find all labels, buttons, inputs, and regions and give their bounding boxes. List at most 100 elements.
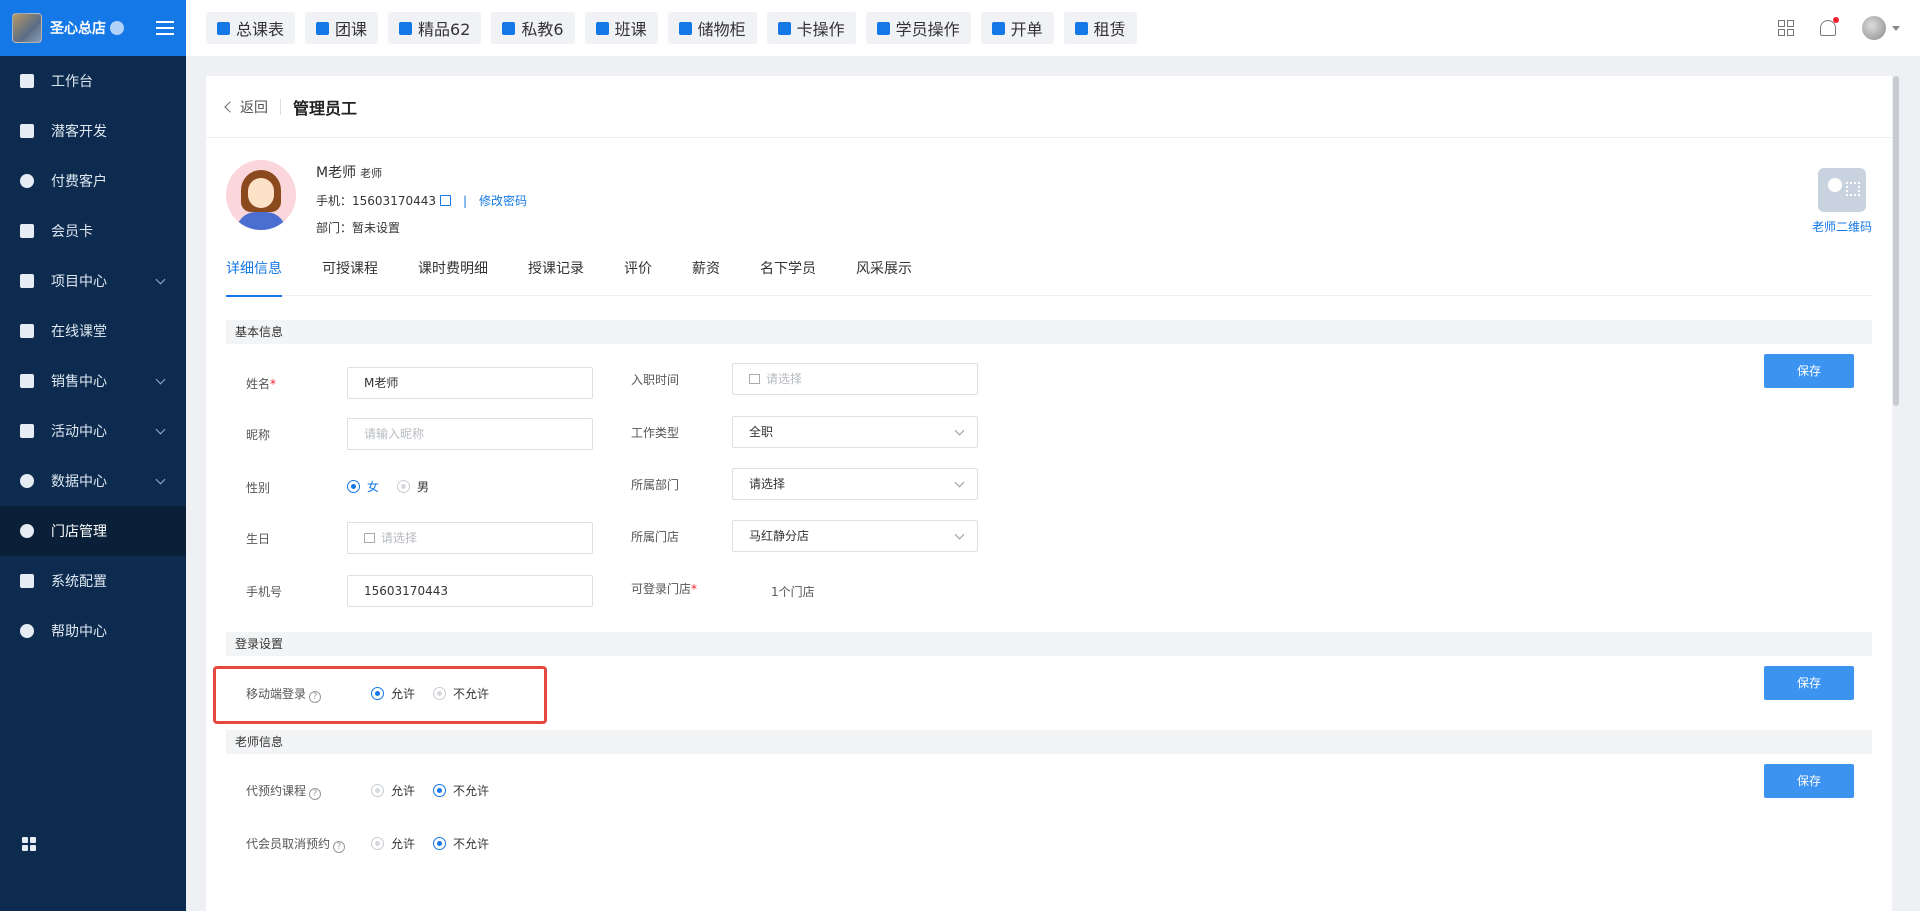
qrcode-icon[interactable] — [1778, 20, 1794, 36]
quick-tab-group-class[interactable]: 团课 — [305, 12, 379, 44]
edit-icon[interactable] — [440, 195, 451, 206]
teacher-qrcode[interactable]: 老师二维码 — [1812, 168, 1872, 235]
notification-bell-icon[interactable] — [1820, 17, 1839, 36]
store-name[interactable]: 圣心总店 — [50, 18, 124, 38]
caret-down-icon[interactable] — [1892, 25, 1900, 31]
sidebar-item-help[interactable]: 帮助中心 — [0, 606, 186, 656]
staff-role: 老师 — [360, 167, 383, 180]
save-basic-button[interactable]: 保存 — [1764, 354, 1854, 388]
name-label: 姓名* — [246, 377, 277, 391]
gender-female-radio[interactable] — [347, 480, 360, 493]
name-input[interactable]: M老师 — [347, 367, 593, 399]
store-label: 所属门店 — [631, 530, 680, 544]
card-icon — [777, 21, 791, 35]
quick-tab-order[interactable]: 开单 — [980, 12, 1054, 44]
mobile-login-label: 移动端登录? — [246, 685, 322, 703]
user-avatar[interactable] — [1862, 16, 1886, 40]
sidebar-item-workbench[interactable]: 工作台 — [0, 56, 186, 106]
tab-teaching-records[interactable]: 授课记录 — [528, 252, 584, 296]
sidebar-item-sales[interactable]: 销售中心 — [0, 356, 186, 406]
tab-details[interactable]: 详细信息 — [226, 252, 282, 297]
store-switch-icon[interactable] — [110, 21, 124, 35]
mobile-login-allow-radio[interactable] — [371, 687, 384, 700]
locker-icon — [678, 21, 692, 35]
sidebar-item-projects[interactable]: 项目中心 — [0, 256, 186, 306]
tab-fee-details[interactable]: 课时费明细 — [418, 252, 488, 296]
qrcode-card-icon — [1817, 168, 1866, 212]
chevron-down-icon — [954, 425, 965, 436]
section-basic-info: 基本信息 — [226, 320, 1872, 344]
work-type-select[interactable]: 全职 — [732, 416, 978, 448]
tab-showcase[interactable]: 风采展示 — [856, 252, 912, 296]
sidebar-item-prospects[interactable]: 潜客开发 — [0, 106, 186, 156]
help-circle-icon[interactable]: ? — [309, 788, 322, 800]
quick-tab-rental[interactable]: 租赁 — [1063, 12, 1137, 44]
quick-tab-locker[interactable]: 储物柜 — [667, 12, 757, 44]
sidebar-item-online-class[interactable]: 在线课堂 — [0, 306, 186, 356]
phone-input[interactable]: 15603170443 — [347, 575, 593, 607]
birthday-picker[interactable]: 请选择 — [347, 522, 593, 554]
workbench-icon — [20, 74, 34, 88]
tab-students[interactable]: 名下学员 — [760, 252, 816, 296]
mobile-login-deny-radio[interactable] — [433, 687, 447, 700]
change-password-link[interactable]: 修改密码 — [479, 192, 527, 209]
sidebar-item-membership-card[interactable]: 会员卡 — [0, 206, 186, 256]
page-scrollbar[interactable] — [1893, 76, 1899, 406]
building-icon — [1074, 21, 1088, 35]
top-right-tools — [1778, 0, 1900, 56]
calendar-icon — [364, 533, 375, 543]
login-store-label: 可登录门店* — [631, 582, 698, 596]
department-select[interactable]: 请选择 — [732, 468, 978, 500]
sidebar-item-store-management[interactable]: 门店管理 — [0, 506, 186, 556]
proxy-booking-deny-radio[interactable] — [433, 784, 447, 797]
staff-name: M老师 老师 — [316, 165, 383, 181]
sidebar-item-paid-customers[interactable]: 付费客户 — [0, 156, 186, 206]
tab-salary[interactable]: 薪资 — [692, 252, 720, 296]
proxy-booking-allow-radio[interactable] — [371, 784, 384, 797]
proxy-cancel-label: 代会员取消预约? — [246, 835, 346, 853]
login-store-link[interactable]: 1个门店 — [771, 583, 815, 600]
book-icon — [217, 21, 230, 35]
divider — [280, 98, 281, 115]
help-circle-icon[interactable]: ? — [309, 691, 322, 703]
birthday-label: 生日 — [246, 532, 271, 546]
quick-tab-private[interactable]: 私教6 — [491, 12, 575, 44]
staff-phone-line: 手机： 15603170443 | 修改密码 — [316, 192, 528, 209]
hire-date-picker[interactable]: 请选择 — [732, 363, 978, 395]
tab-courses[interactable]: 可授课程 — [322, 252, 378, 296]
sidebar-item-activities[interactable]: 活动中心 — [0, 406, 186, 456]
staff-avatar — [226, 160, 296, 230]
quick-tab-class[interactable]: 班课 — [584, 12, 658, 44]
gender-male-radio[interactable] — [397, 480, 411, 493]
quick-tab-student-ops[interactable]: 学员操作 — [865, 12, 971, 44]
sidebar-item-system-config[interactable]: 系统配置 — [0, 556, 186, 606]
quick-tab-schedule[interactable]: 总课表 — [206, 12, 296, 44]
proxy-cancel-deny-radio[interactable] — [433, 837, 447, 850]
nickname-input[interactable]: 请输入昵称 — [347, 418, 593, 450]
sidebar-item-data[interactable]: 数据中心 — [0, 456, 186, 506]
quick-tab-card-ops[interactable]: 卡操作 — [766, 12, 856, 44]
store-logo — [12, 13, 42, 43]
brand-bar: 圣心总店 — [0, 0, 186, 56]
board-icon — [595, 21, 609, 35]
tab-reviews[interactable]: 评价 — [624, 252, 652, 296]
star-icon — [399, 21, 413, 35]
save-teacher-button[interactable]: 保存 — [1764, 764, 1854, 798]
quick-tab-premium[interactable]: 精品62 — [388, 12, 482, 44]
tv-icon — [20, 324, 34, 338]
help-circle-icon[interactable]: ? — [333, 841, 346, 853]
save-login-button[interactable]: 保存 — [1764, 666, 1854, 700]
back-link[interactable]: 返回 — [224, 97, 268, 117]
store-select[interactable]: 马红静分店 — [732, 520, 978, 552]
sidebar: 圣心总店 工作台 潜客开发 付费客户 会员卡 项目中心 在线课堂 销售中心 活动… — [0, 0, 186, 911]
content-card: 返回 管理员工 M老师 老师 手机： 15603170443 | 修改密码 部门：暂… — [206, 76, 1892, 911]
gender-radio-group: 女 男 — [347, 478, 447, 495]
staff-profile: M老师 老师 手机： 15603170443 | 修改密码 部门： 暂未设置 — [226, 160, 527, 236]
apps-grid-icon[interactable] — [22, 837, 36, 851]
user-icon — [876, 21, 890, 35]
proxy-cancel-allow-radio[interactable] — [371, 837, 384, 850]
menu-toggle-icon[interactable] — [156, 21, 174, 35]
sidebar-menu: 工作台 潜客开发 付费客户 会员卡 项目中心 在线课堂 销售中心 活动中心 数据… — [0, 56, 186, 656]
proxy-booking-label: 代预约课程? — [246, 782, 322, 800]
proxy-booking-radio-group: 允许 不允许 — [371, 782, 507, 799]
